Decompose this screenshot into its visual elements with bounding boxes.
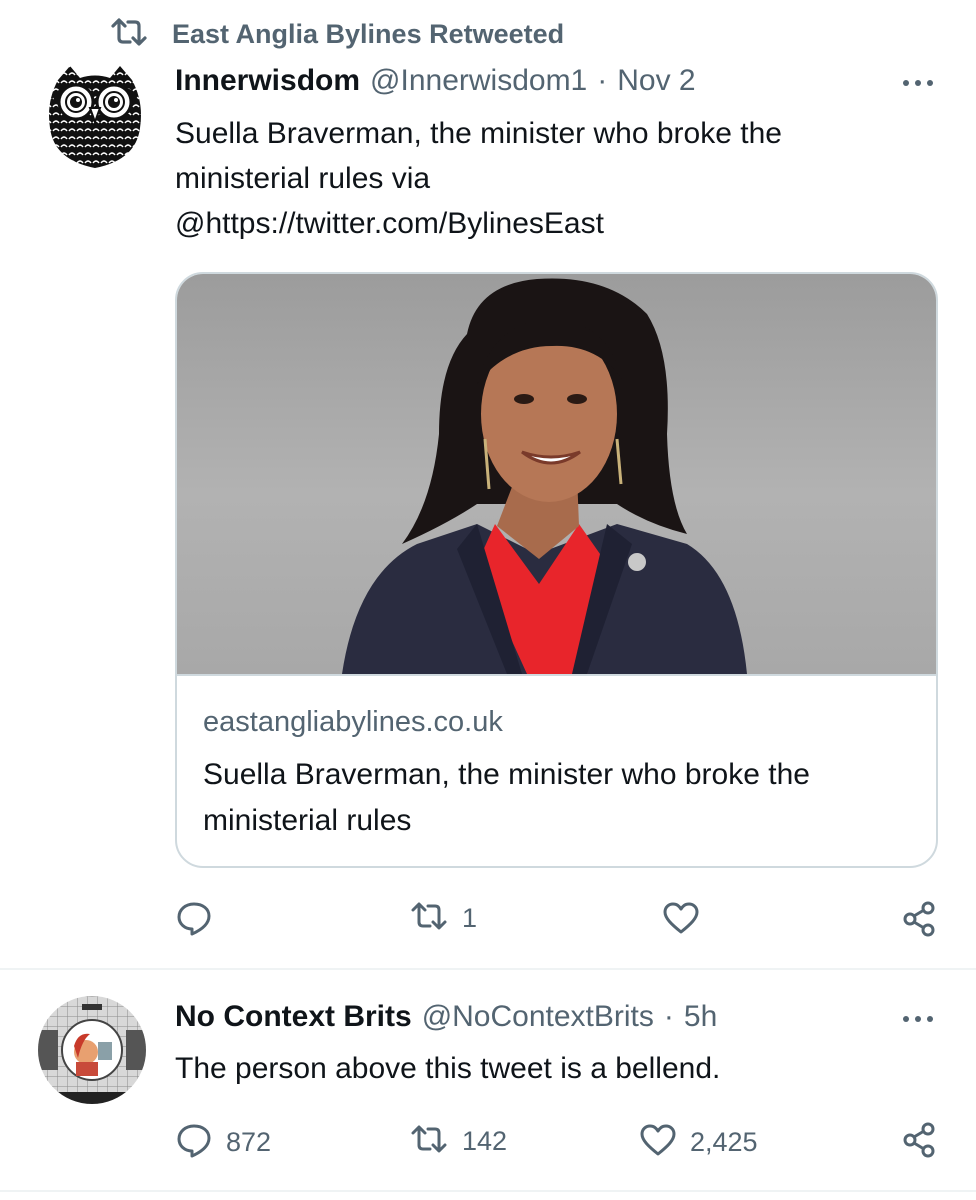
retweet-button[interactable]: 1 (410, 901, 477, 936)
reply-button[interactable]: 872 (176, 1122, 271, 1163)
tweet-text-link[interactable]: @https://twitter.com/BylinesEast (175, 201, 955, 246)
more-options-icon[interactable] (903, 80, 933, 86)
card-title-line: Suella Braverman, the minister who broke… (203, 758, 810, 791)
tweet-divider (0, 1190, 976, 1192)
tweet-timestamp[interactable]: 5h (684, 1000, 717, 1034)
share-button[interactable] (902, 1122, 936, 1163)
share-button[interactable] (902, 901, 936, 942)
tweet-timestamp[interactable]: Nov 2 (617, 64, 695, 98)
retweet-icon (410, 1124, 448, 1159)
tweet-divider (0, 968, 976, 970)
author-name[interactable]: No Context Brits (175, 1000, 412, 1034)
reply-icon (176, 900, 212, 941)
retweet-banner-label: East Anglia Bylines Retweeted (172, 18, 565, 49)
header-separator: · (663, 1000, 674, 1033)
retweet-count: 142 (462, 1126, 508, 1156)
link-card[interactable]: eastangliabylines.co.uk Suella Braverman… (175, 272, 938, 868)
like-button[interactable]: 2,425 (640, 1124, 758, 1161)
tweet-header: No Context Brits @NoContextBrits · 5h (175, 1000, 717, 1034)
card-title: Suella Braverman, the minister who broke… (203, 752, 903, 844)
author-name[interactable]: Innerwisdom (175, 64, 360, 98)
tweet-header: Innerwisdom @Innerwisdom1 · Nov 2 (175, 64, 696, 98)
tweet-text: Suella Braverman, the minister who broke… (175, 111, 955, 246)
author-handle[interactable]: @Innerwisdom1 (370, 64, 587, 98)
header-separator: · (597, 64, 608, 97)
share-icon (902, 1122, 936, 1163)
owl-avatar[interactable] (44, 62, 146, 170)
more-options-icon[interactable] (903, 1016, 933, 1022)
tweet-text-line: Suella Braverman, the minister who broke… (175, 117, 782, 150)
test-card-avatar[interactable] (38, 996, 146, 1104)
heart-icon (640, 1124, 676, 1161)
tweet-text: The person above this tweet is a bellend… (175, 1052, 721, 1085)
retweet-icon (110, 17, 148, 52)
retweet-button[interactable]: 142 (410, 1124, 507, 1159)
reply-icon (176, 1122, 212, 1163)
retweet-count: 1 (462, 903, 478, 933)
reply-button[interactable] (176, 900, 226, 941)
tweet-text-line: ministerial rules via (175, 162, 431, 195)
author-handle[interactable]: @NoContextBrits (422, 1000, 654, 1034)
card-title-line: ministerial rules (203, 804, 412, 837)
retweet-banner[interactable]: East Anglia Bylines Retweeted (110, 14, 564, 54)
reply-count: 872 (226, 1127, 272, 1157)
retweet-icon (410, 901, 448, 936)
like-button[interactable] (663, 902, 713, 939)
card-divider (177, 674, 936, 676)
portrait-photo (177, 274, 936, 674)
heart-icon (663, 902, 699, 939)
share-icon (902, 901, 936, 942)
like-count: 2,425 (690, 1127, 758, 1157)
card-domain: eastangliabylines.co.uk (203, 706, 503, 738)
